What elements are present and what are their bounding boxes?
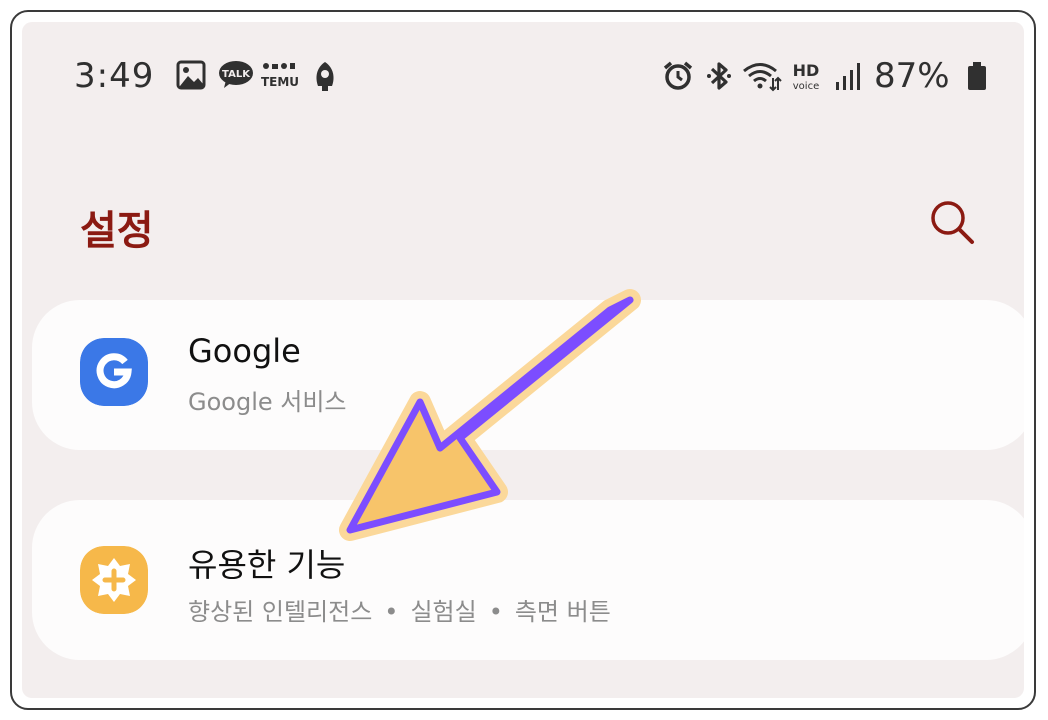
- hd-label: HD: [793, 61, 820, 80]
- separator-dot: •: [488, 598, 503, 626]
- subtitle-part: 향상된 인텔리전스: [188, 598, 373, 626]
- search-icon[interactable]: [928, 198, 978, 248]
- talk-label: TALK: [222, 69, 251, 80]
- phone-screen: 3:49 TALK TEMU HD voice 87% 설정 Google Go…: [22, 22, 1024, 698]
- hd-voice-icon: HD voice: [793, 61, 820, 92]
- page-title: 설정: [80, 208, 154, 254]
- alarm-icon: [663, 61, 693, 90]
- battery-percent: 87%: [874, 56, 950, 96]
- rocket-app-icon: [316, 62, 334, 91]
- status-time: 3:49: [74, 56, 155, 96]
- voice-label: voice: [793, 81, 819, 92]
- bluetooth-icon: [707, 62, 731, 90]
- item-subtitle: Google 서비스: [188, 388, 347, 416]
- wifi-icon: [743, 63, 782, 92]
- gallery-icon: [176, 60, 206, 90]
- temu-label: TEMU: [261, 75, 299, 89]
- separator-dot: •: [384, 598, 399, 626]
- item-title: Google: [188, 332, 301, 370]
- battery-icon: [968, 62, 986, 90]
- temu-icon: TEMU: [261, 63, 299, 89]
- kakaotalk-icon: TALK: [219, 61, 253, 88]
- google-icon: [80, 338, 148, 406]
- settings-item-google[interactable]: Google Google 서비스: [32, 300, 1024, 450]
- advanced-features-icon: [80, 546, 148, 614]
- settings-item-advanced-features[interactable]: 유용한 기능 향상된 인텔리전스 • 실험실 • 측면 버튼: [32, 500, 1024, 660]
- subtitle-part: 측면 버튼: [514, 598, 611, 626]
- screenshot-frame: 3:49 TALK TEMU HD voice 87% 설정 Google Go…: [10, 10, 1036, 710]
- item-title: 유용한 기능: [188, 546, 346, 584]
- status-bar: 3:49 TALK TEMU HD voice 87%: [22, 22, 1024, 122]
- item-subtitle: 향상된 인텔리전스 • 실험실 • 측면 버튼: [188, 592, 611, 627]
- signal-icon: [836, 63, 860, 90]
- subtitle-part: 실험실: [410, 598, 477, 626]
